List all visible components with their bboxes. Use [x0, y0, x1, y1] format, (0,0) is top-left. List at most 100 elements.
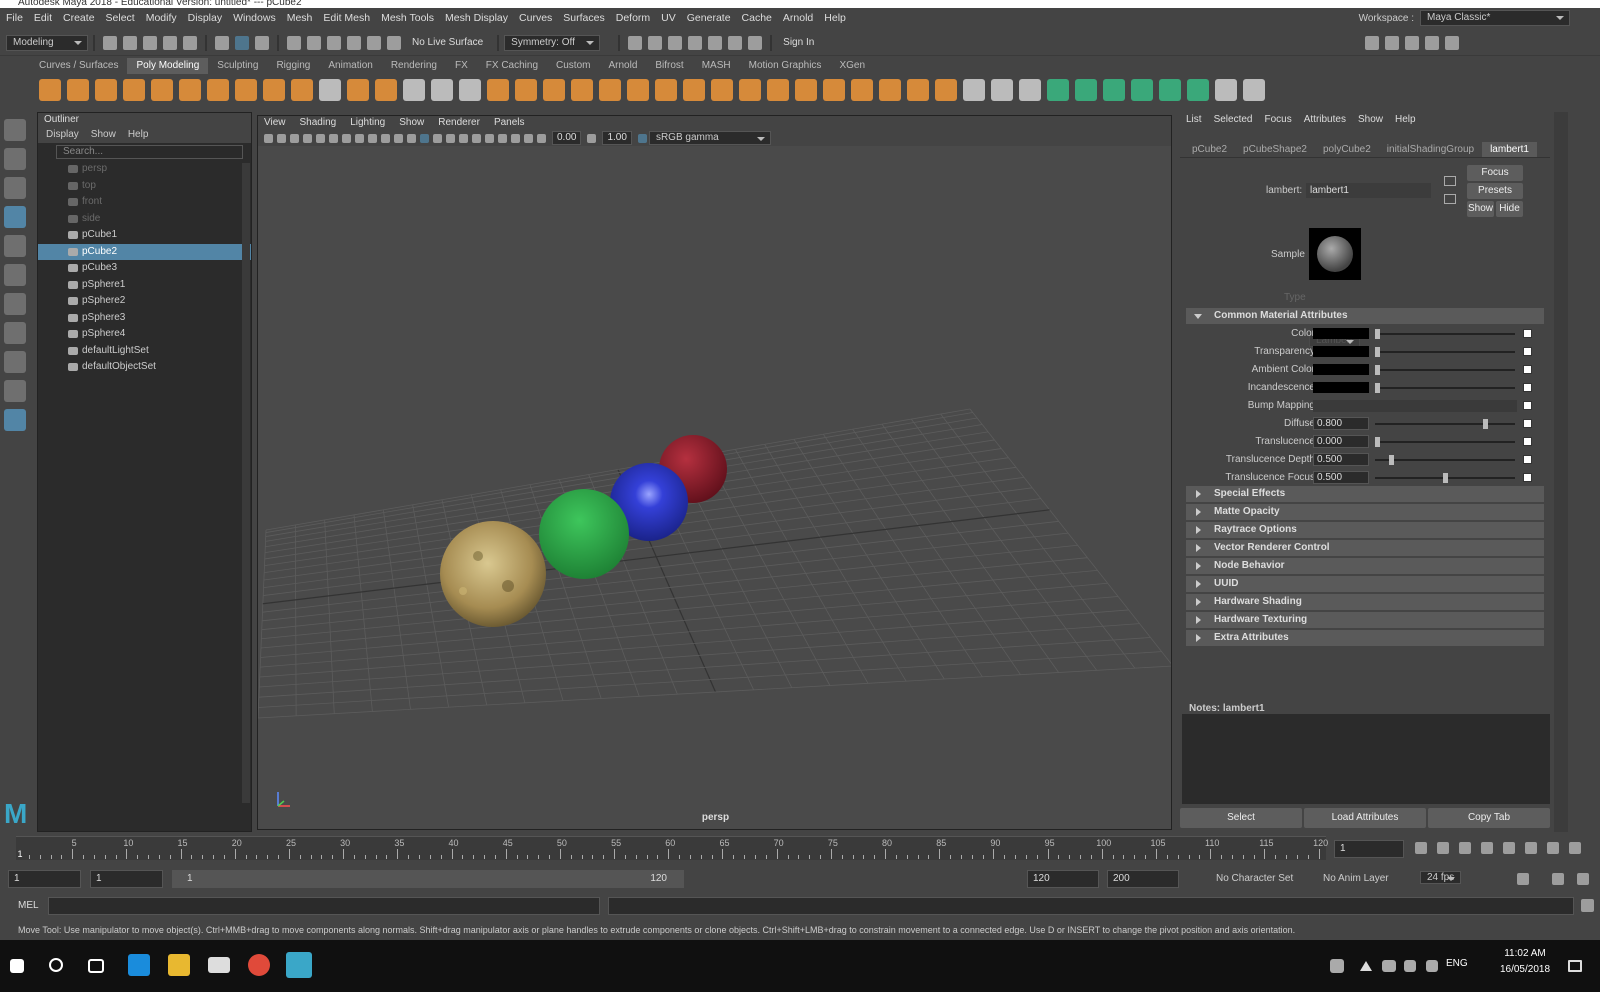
outliner-item[interactable]: defaultLightSet [38, 343, 251, 360]
map-button-icon[interactable] [1523, 329, 1532, 338]
single-perspective-icon[interactable] [4, 322, 26, 344]
ae-menu-help[interactable]: Help [1395, 112, 1416, 128]
section-special-effects[interactable]: Special Effects [1186, 486, 1544, 502]
clock-time[interactable]: 11:02 AM [1498, 948, 1552, 959]
shelf-tool-1-icon[interactable] [39, 79, 61, 101]
shelf-tool-28-icon[interactable] [795, 79, 817, 101]
viewport-menu-view[interactable]: View [264, 116, 286, 130]
shelf-tab-custom[interactable]: Custom [547, 58, 599, 74]
playback-end-field[interactable]: 120 [1027, 870, 1099, 888]
outliner-item[interactable]: front [38, 194, 251, 211]
ae-tab-polycube2[interactable]: polyCube2 [1315, 142, 1379, 157]
modeling-toolkit-icon[interactable] [1385, 35, 1400, 50]
time-slider-track[interactable]: 1 5 10 15 20 25 30 35 40 45 50 55 60 65 70 75 80 85 90 95 1… [16, 836, 1328, 860]
people-icon[interactable] [1330, 959, 1344, 973]
command-input[interactable] [48, 897, 600, 915]
ae-tab-pcube2[interactable]: pCube2 [1184, 142, 1235, 157]
gamma-field[interactable]: 1.00 [602, 131, 632, 145]
animation-end-field[interactable]: 200 [1107, 870, 1179, 888]
ae-menu-show[interactable]: Show [1358, 112, 1383, 128]
menu-cache[interactable]: Cache [742, 12, 772, 24]
image-plane-icon[interactable] [303, 133, 312, 143]
menu-generate[interactable]: Generate [687, 12, 731, 24]
shelf-tool-7-icon[interactable] [207, 79, 229, 101]
shelf-tool-12-icon[interactable] [347, 79, 369, 101]
attribute-slider-thumb[interactable] [1483, 419, 1488, 429]
menu-mesh-display[interactable]: Mesh Display [445, 12, 508, 24]
hide-button[interactable]: Hide [1496, 201, 1523, 217]
xray-icon[interactable] [472, 133, 481, 143]
shelf-tab-xgen[interactable]: XGen [830, 58, 874, 74]
current-frame-field[interactable]: 1 [1334, 840, 1404, 858]
presets-button[interactable]: Presets [1467, 183, 1523, 199]
attribute-slider-thumb[interactable] [1375, 437, 1380, 447]
load-attributes-button[interactable]: Load Attributes [1304, 808, 1426, 828]
attribute-editor-icon[interactable] [1405, 35, 1420, 50]
workspace-dropdown[interactable]: Maya Classic* [1420, 10, 1570, 26]
map-button-icon[interactable] [1523, 347, 1532, 356]
move-tool-icon[interactable] [4, 206, 26, 228]
tool-settings-icon[interactable] [1425, 35, 1440, 50]
film-gate-icon[interactable] [329, 133, 338, 143]
ae-tab-initialshadinggroup[interactable]: initialShadingGroup [1379, 142, 1482, 157]
step-forward-key-icon[interactable] [1547, 842, 1559, 854]
viewport-menu-lighting[interactable]: Lighting [350, 116, 385, 130]
camera-icon[interactable] [264, 133, 273, 143]
field-chart-icon[interactable] [368, 133, 377, 143]
camera-attr-icon[interactable] [277, 133, 286, 143]
shelf-tool-24-icon[interactable] [683, 79, 705, 101]
snap-grid-icon[interactable] [287, 35, 301, 50]
shelf-tool-8-icon[interactable] [235, 79, 257, 101]
bookmark-icon[interactable] [290, 133, 299, 143]
search-icon[interactable] [49, 958, 63, 972]
shelf-tool-14-icon[interactable] [403, 79, 425, 101]
shelf-tab-curves-surfaces[interactable]: Curves / Surfaces [30, 58, 127, 74]
safe-action-icon[interactable] [381, 133, 390, 143]
channel-box-icon[interactable] [1445, 35, 1460, 50]
paint-select-icon[interactable] [4, 177, 26, 199]
outliner-item[interactable]: top [38, 178, 251, 195]
shelf-tool-16-icon[interactable] [459, 79, 481, 101]
textured-icon[interactable] [433, 133, 442, 143]
undo-icon[interactable] [163, 35, 177, 50]
clock-date[interactable]: 16/05/2018 [1498, 964, 1552, 975]
grid-icon[interactable] [316, 133, 325, 143]
color-swatch[interactable] [1313, 382, 1369, 393]
show-hidden-icons[interactable] [1360, 961, 1372, 971]
shelf-tab-bifrost[interactable]: Bifrost [646, 58, 692, 74]
exposure-field[interactable]: 0.00 [552, 131, 582, 145]
render-settings-icon[interactable] [668, 35, 683, 50]
smooth-shade-icon[interactable] [420, 133, 429, 143]
shelf-tab-sculpting[interactable]: Sculpting [208, 58, 267, 74]
shelf-tool-19-icon[interactable] [543, 79, 565, 101]
shelf-tool-9-icon[interactable] [263, 79, 285, 101]
bump-map-field[interactable] [1313, 400, 1517, 412]
scale-tool-icon[interactable] [4, 264, 26, 286]
select-tool-icon[interactable] [4, 119, 26, 141]
viewport-menu-shading[interactable]: Shading [300, 116, 337, 130]
shelf-tab-arnold[interactable]: Arnold [599, 58, 646, 74]
windows-start-icon[interactable] [10, 959, 24, 973]
render-view-icon[interactable] [708, 35, 723, 50]
outliner-menu-display[interactable]: Display [46, 127, 79, 143]
render-icon[interactable] [628, 35, 643, 50]
shelf-tool-10-icon[interactable] [291, 79, 313, 101]
step-back-key-icon[interactable] [1437, 842, 1449, 854]
snap-pivot-icon[interactable] [387, 35, 401, 50]
outliner-item[interactable]: defaultObjectSet [38, 359, 251, 376]
outliner-item[interactable]: pCube2 [38, 243, 251, 260]
go-to-start-icon[interactable] [1415, 842, 1427, 854]
shelf-tab-fx-caching[interactable]: FX Caching [477, 58, 547, 74]
step-forward-frame-icon[interactable] [1525, 842, 1537, 854]
shelf-tool-27-icon[interactable] [767, 79, 789, 101]
section-matte-opacity[interactable]: Matte Opacity [1186, 504, 1544, 520]
playback-start-field[interactable]: 1 [90, 870, 163, 888]
rotate-tool-icon[interactable] [4, 235, 26, 257]
menu-file[interactable]: File [6, 12, 23, 24]
shelf-tool-18-icon[interactable] [515, 79, 537, 101]
pause-icon[interactable] [748, 35, 763, 50]
shelf-tool-17-icon[interactable] [487, 79, 509, 101]
resolution-gate-icon[interactable] [342, 133, 351, 143]
gate-mask-icon[interactable] [355, 133, 364, 143]
shelf-tool-33-icon[interactable] [935, 79, 957, 101]
